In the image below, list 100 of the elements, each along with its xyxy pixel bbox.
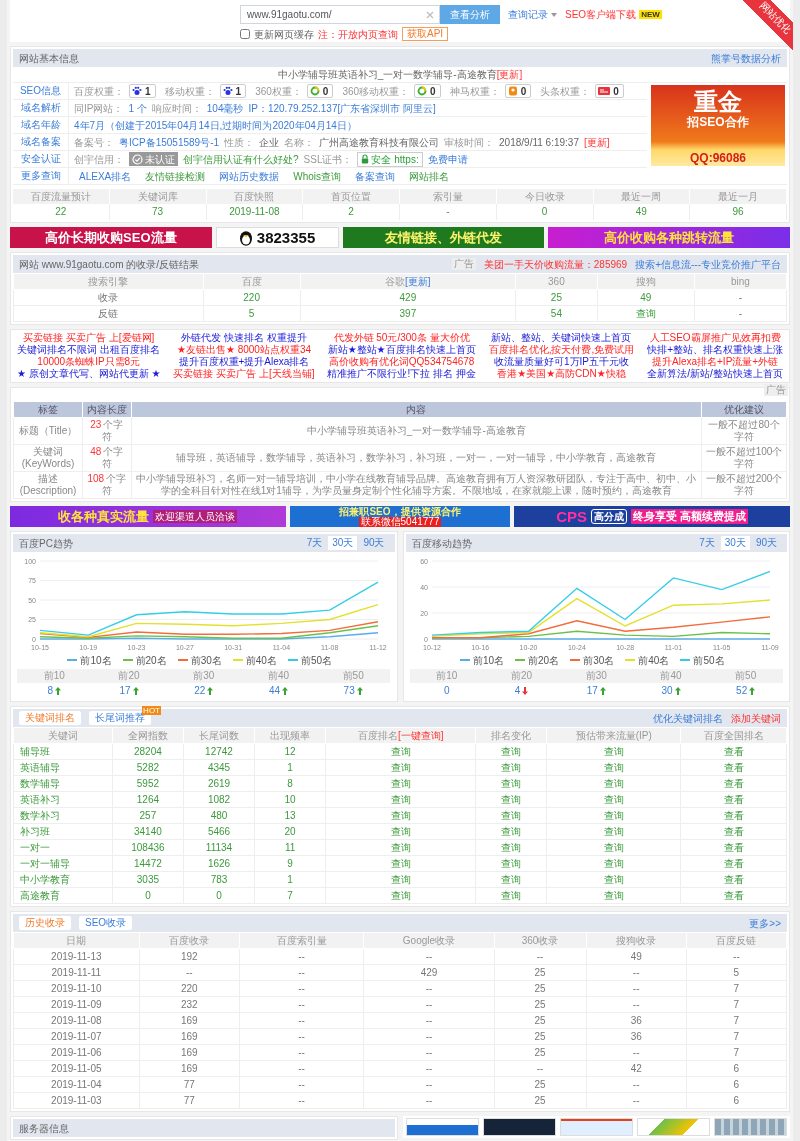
- range-tab[interactable]: 7天: [695, 536, 719, 550]
- query-link[interactable]: 查询: [390, 762, 411, 773]
- query-link[interactable]: 查询: [501, 794, 522, 805]
- ad-banner[interactable]: 收各种真实流量 欢迎渠道人员洽谈: [10, 506, 286, 527]
- query-link[interactable]: 查询: [603, 746, 624, 757]
- ad-link[interactable]: 精准推广不限行业!下拉 排名 押金: [327, 368, 476, 380]
- row-label[interactable]: 域名备案: [13, 134, 69, 151]
- ad-link[interactable]: 香港★美国★高防CDN★快稳: [497, 368, 626, 380]
- ad-link[interactable]: ★友链出售★ 8000站点权重34: [176, 344, 311, 356]
- query-link[interactable]: 查询: [501, 874, 522, 885]
- download-link[interactable]: SEO客户端下载: [565, 8, 637, 21]
- row-label[interactable]: 安全认证: [13, 151, 69, 168]
- action-link[interactable]: 优化关键词排名: [653, 711, 723, 725]
- ad-banner[interactable]: CPS 高分成 终身享受 高额续费提成: [514, 506, 790, 527]
- query-link[interactable]: 查询: [603, 778, 624, 789]
- promo-link[interactable]: 搜索+信息流---专业竞价推广平台: [635, 257, 781, 271]
- query-link[interactable]: 查询: [501, 858, 522, 869]
- ad-link[interactable]: ★ 原创文章代写、网站代更新 ★: [17, 368, 161, 380]
- ad-link[interactable]: 新站★整站★百度排名快速上首页: [327, 344, 476, 356]
- update-link[interactable]: [更新]: [496, 69, 523, 80]
- keyword-link[interactable]: 英语补习: [14, 793, 112, 806]
- row-label[interactable]: SEO信息: [13, 83, 69, 100]
- thumbnail-image[interactable]: [405, 1118, 479, 1136]
- query-link[interactable]: 查询: [603, 890, 624, 901]
- ad-link[interactable]: 代发外链 50元/300条 量大价优: [333, 332, 470, 344]
- info-link[interactable]: Whois查询: [293, 169, 342, 183]
- keyword-link[interactable]: 高途教育: [14, 889, 112, 902]
- query-link[interactable]: 查询: [390, 890, 411, 901]
- thumbnail-image[interactable]: [482, 1118, 556, 1136]
- history-link[interactable]: 查询记录: [508, 8, 557, 21]
- query-link[interactable]: 查询: [501, 762, 522, 773]
- row-label[interactable]: 域名解析: [13, 100, 69, 117]
- update-link[interactable]: [更新]: [583, 135, 610, 149]
- query-link[interactable]: 查询: [603, 858, 624, 869]
- query-link[interactable]: 查询: [603, 762, 624, 773]
- keyword-link[interactable]: 数学补习: [14, 809, 112, 822]
- info-link[interactable]: 免费申请: [427, 152, 468, 166]
- action-link[interactable]: 添加关键词: [731, 711, 781, 725]
- search-field[interactable]: www.91gaotu.com/: [240, 5, 440, 24]
- thumbnail-image[interactable]: [713, 1118, 787, 1136]
- ad-banner[interactable]: 高价长期收购SEO流量: [10, 227, 212, 248]
- query-link[interactable]: 查看: [723, 794, 744, 805]
- range-tab[interactable]: 7天: [302, 536, 327, 550]
- ad-link[interactable]: 人工SEO霸屏推广见效再扣费: [649, 332, 781, 344]
- query-link[interactable]: 查询: [603, 794, 624, 805]
- thumbnail-image[interactable]: [636, 1118, 710, 1136]
- ad-link[interactable]: 百度排名优化,按天付费,免费试用: [488, 344, 635, 356]
- query-link[interactable]: 查询: [603, 842, 624, 853]
- query-link[interactable]: 查询: [390, 778, 411, 789]
- query-link[interactable]: 查询: [390, 746, 411, 757]
- query-link[interactable]: 查看: [723, 842, 744, 853]
- info-link[interactable]: 网站排名: [409, 169, 450, 183]
- query-link[interactable]: 查看: [723, 810, 744, 821]
- query-link[interactable]: 查询: [501, 746, 522, 757]
- ad-link[interactable]: 全新算法/新站/整站快速上首页: [647, 368, 783, 380]
- tab[interactable]: 关键词排名: [19, 711, 81, 725]
- query-link[interactable]: 查看: [723, 746, 744, 757]
- ad-banner[interactable]: 3823355: [215, 227, 339, 248]
- query-link[interactable]: 查询: [390, 842, 411, 853]
- info-link[interactable]: 友情链接检测: [145, 169, 206, 183]
- ad-link[interactable]: 收流量质量好可1万IP五千元收: [493, 356, 629, 368]
- query-link[interactable]: 查看: [723, 890, 744, 901]
- keyword-link[interactable]: 中小学教育: [14, 873, 112, 886]
- info-link[interactable]: 备案查询: [355, 169, 396, 183]
- keyword-link[interactable]: 辅导班: [14, 745, 112, 758]
- info-link[interactable]: 网站历史数据: [219, 169, 280, 183]
- query-link[interactable]: 查看: [723, 778, 744, 789]
- header-link[interactable]: [更新]: [405, 276, 431, 287]
- query-link[interactable]: 查询: [603, 810, 624, 821]
- query-link[interactable]: 查看: [723, 826, 744, 837]
- range-tab[interactable]: 90天: [359, 536, 389, 550]
- query-link[interactable]: 查询: [501, 890, 522, 901]
- ad-link[interactable]: 买卖链接 买卖广告 上[天线当铺]: [173, 368, 315, 380]
- api-button[interactable]: 获取API: [402, 27, 449, 41]
- query-link[interactable]: 查看: [723, 858, 744, 869]
- query-link[interactable]: 查询: [501, 842, 522, 853]
- query-link[interactable]: 查询: [390, 858, 411, 869]
- thumbnail-image[interactable]: [559, 1118, 633, 1136]
- query-link[interactable]: 查询: [390, 810, 411, 821]
- ad-link[interactable]: 快排+整站、排名权重快速上涨: [647, 344, 783, 356]
- keyword-link[interactable]: 补习班: [14, 825, 112, 838]
- ad-link[interactable]: 关键词排名不限词 出租百度排名: [17, 344, 161, 356]
- promo-link[interactable]: 美团一手天价收购流量：285969: [483, 257, 628, 271]
- more-link[interactable]: 更多>>: [749, 916, 781, 930]
- keyword-link[interactable]: 一对一: [14, 841, 112, 854]
- info-link[interactable]: 创宇信用认证有什么好处?: [183, 152, 299, 166]
- search-button[interactable]: 查看分析: [440, 5, 500, 24]
- ad-link[interactable]: 10000条蜘蛛IP只需8元: [37, 356, 141, 368]
- query-link[interactable]: 查询: [501, 778, 522, 789]
- row-label[interactable]: 更多查询: [13, 168, 69, 185]
- query-link[interactable]: 查询: [390, 874, 411, 885]
- ad-banner[interactable]: 重金 招SEO合作 QQ:96086: [651, 85, 785, 166]
- keyword-link[interactable]: 一对一辅导: [14, 857, 112, 870]
- ad-link[interactable]: 提升Alexa排名+IP流量+外链: [652, 356, 779, 368]
- ad-link[interactable]: 外链代发 快速排名 权重提升: [181, 332, 307, 344]
- query-link[interactable]: 查询: [501, 826, 522, 837]
- query-link[interactable]: 查询: [390, 794, 411, 805]
- query-link[interactable]: 查询: [603, 874, 624, 885]
- checkbox[interactable]: [240, 29, 250, 39]
- ad-link[interactable]: 新站、整站、关键词快速上首页: [491, 332, 632, 344]
